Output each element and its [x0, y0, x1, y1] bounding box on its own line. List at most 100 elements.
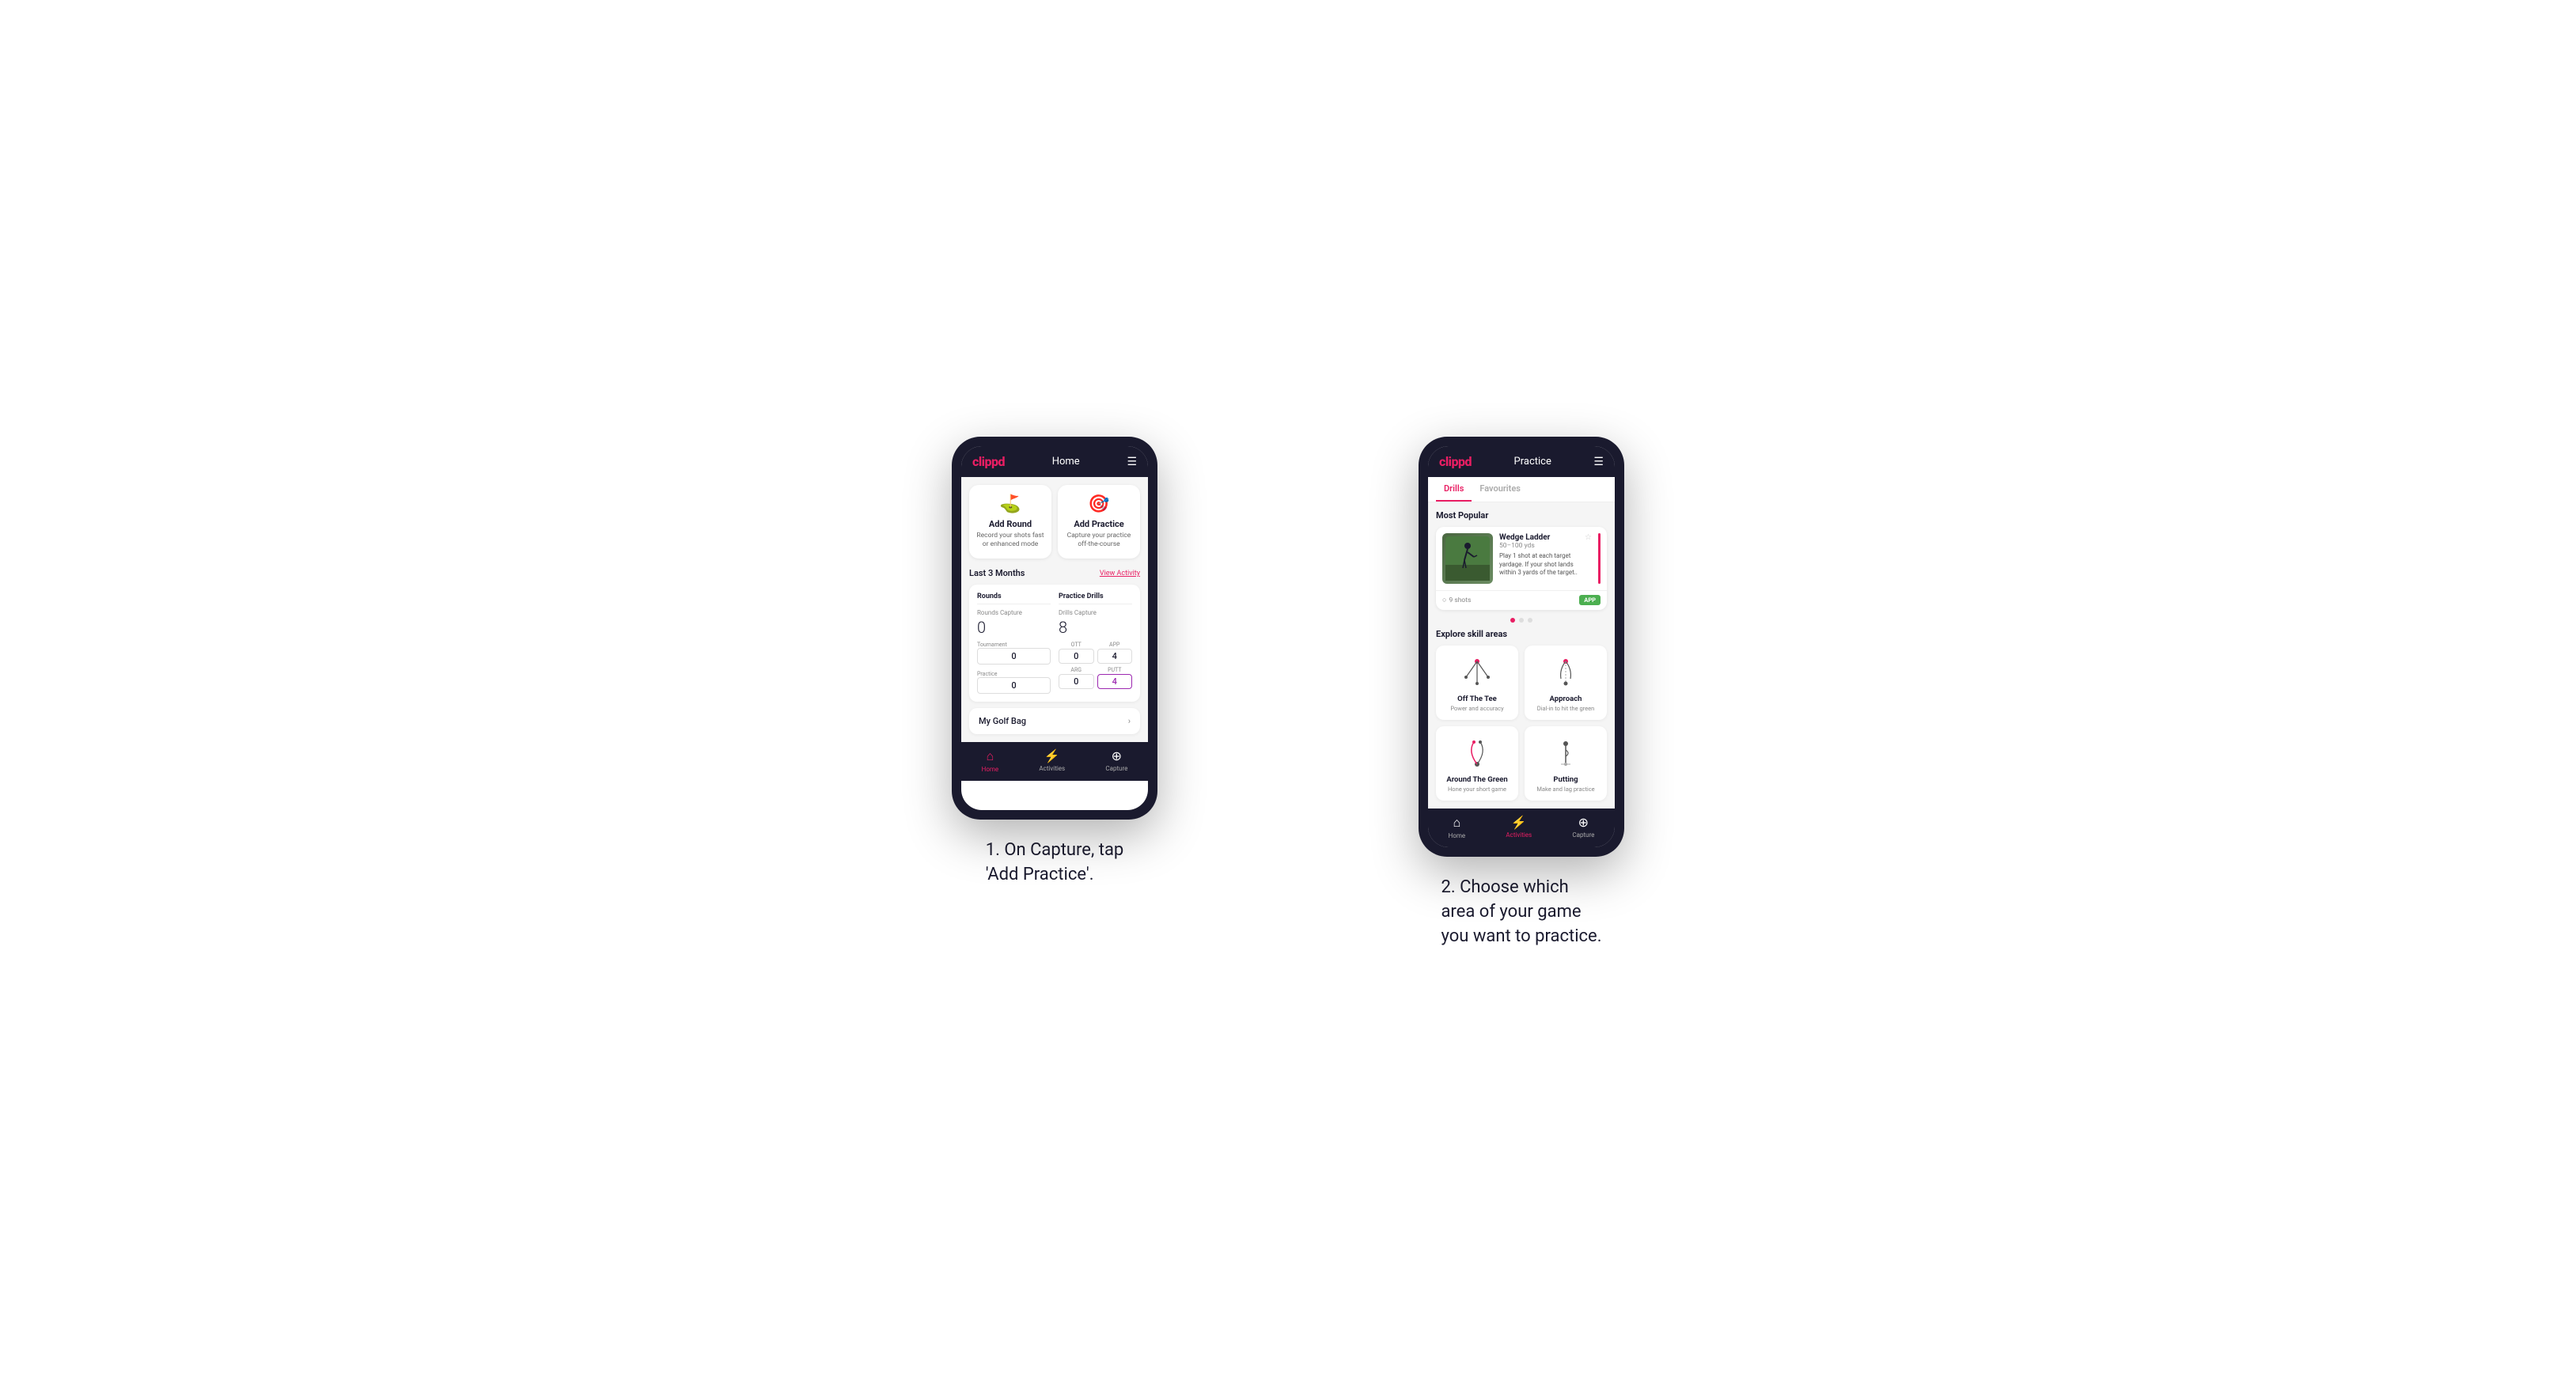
pink-stripe — [1598, 533, 1601, 584]
stats-row: Rounds Rounds Capture 0 Tournament 0 — [977, 593, 1132, 694]
golfer-svg — [1445, 536, 1490, 581]
phone2-section: clippd Practice ☰ Drills Favourites Most… — [1320, 437, 1723, 949]
skill-card-atg[interactable]: Around The Green Hone your short game — [1436, 726, 1518, 801]
golf-bag-row[interactable]: My Golf Bag › — [969, 708, 1140, 734]
phone2-header: clippd Practice ☰ — [1428, 446, 1615, 477]
phone1-screen: clippd Home ☰ ⛳ Add Round Record your sh… — [961, 446, 1148, 810]
practice-content: Most Popular — [1428, 502, 1615, 808]
view-activity-link[interactable]: View Activity — [1100, 570, 1140, 578]
explore-title: Explore skill areas — [1436, 629, 1607, 639]
tournament-label: Tournament — [977, 642, 1051, 648]
add-round-icon: ⛳ — [975, 494, 1045, 514]
phone2-nav-activities[interactable]: ⚡ Activities — [1506, 815, 1532, 839]
putting-icon-svg — [1548, 736, 1583, 771]
phone2-home-label: Home — [1449, 832, 1466, 839]
rounds-col: Rounds Rounds Capture 0 Tournament 0 — [977, 593, 1051, 694]
tab-favourites[interactable]: Favourites — [1472, 477, 1529, 502]
ott-value: 0 — [1059, 649, 1094, 664]
nav-home[interactable]: ⌂ Home — [982, 748, 999, 773]
phone2-nav-capture[interactable]: ⊕ Capture — [1572, 815, 1594, 839]
capture-label: Capture — [1105, 765, 1127, 772]
approach-icon-area — [1531, 653, 1601, 691]
home-icon: ⌂ — [987, 748, 994, 764]
phone2-bottom-nav: ⌂ Home ⚡ Activities ⊕ Capture — [1428, 808, 1615, 847]
ott-item: OTT 0 — [1059, 642, 1094, 664]
tournament-group: Tournament 0 — [977, 642, 1051, 665]
phone2-logo: clippd — [1439, 454, 1472, 469]
last3months-header: Last 3 Months View Activity — [969, 568, 1140, 578]
tab-drills[interactable]: Drills — [1436, 477, 1472, 502]
carousel-dots — [1436, 618, 1607, 623]
hamburger-icon[interactable]: ☰ — [1127, 456, 1137, 468]
page-container: clippd Home ☰ ⛳ Add Round Record your sh… — [853, 437, 1723, 949]
phone2-frame: clippd Practice ☰ Drills Favourites Most… — [1419, 437, 1624, 857]
rounds-title: Rounds — [977, 593, 1051, 604]
app-item: APP 4 — [1097, 642, 1133, 664]
golf-bag-label: My Golf Bag — [979, 716, 1026, 726]
arg-label: ARG — [1059, 667, 1094, 673]
add-round-card[interactable]: ⛳ Add Round Record your shots fast or en… — [969, 485, 1051, 559]
phone1-section: clippd Home ☰ ⛳ Add Round Record your sh… — [853, 437, 1256, 888]
phone2-activities-label: Activities — [1506, 831, 1532, 839]
app-value: 4 — [1097, 649, 1133, 664]
practice-group: Practice 0 — [977, 671, 1051, 694]
drills-capture-value: 8 — [1059, 618, 1132, 637]
ott-desc: Power and accuracy — [1442, 705, 1512, 712]
putt-value: 4 — [1097, 674, 1133, 689]
phone2-screen: clippd Practice ☰ Drills Favourites Most… — [1428, 446, 1615, 847]
phone1-logo: clippd — [972, 454, 1005, 469]
atg-icon-area — [1442, 734, 1512, 772]
phone2-nav-home[interactable]: ⌂ Home — [1449, 815, 1466, 839]
arg-value: 0 — [1059, 674, 1094, 689]
most-popular-title: Most Popular — [1436, 510, 1607, 521]
featured-desc: Play 1 shot at each target yardage. If y… — [1499, 552, 1592, 577]
drills-capture-label: Drills Capture — [1059, 609, 1132, 616]
add-practice-card[interactable]: 🎯 Add Practice Capture your practice off… — [1058, 485, 1140, 559]
practice-tabs: Drills Favourites — [1428, 477, 1615, 502]
ott-name: Off The Tee — [1442, 695, 1512, 703]
add-practice-desc: Capture your practice off-the-course — [1064, 532, 1134, 549]
approach-name: Approach — [1531, 695, 1601, 703]
star-icon[interactable]: ☆ — [1585, 533, 1592, 542]
phone1-bottom-nav: ⌂ Home ⚡ Activities ⊕ Capture — [961, 742, 1148, 781]
add-round-desc: Record your shots fast or enhanced mode — [975, 532, 1045, 549]
phone2-header-title: Practice — [1514, 456, 1551, 468]
add-round-title: Add Round — [975, 519, 1045, 529]
app-badge: APP — [1579, 595, 1601, 605]
skill-card-ott[interactable]: Off The Tee Power and accuracy — [1436, 646, 1518, 720]
phone2-capture-icon: ⊕ — [1578, 815, 1589, 830]
featured-card[interactable]: Wedge Ladder 50–100 yds ☆ Play 1 shot at… — [1436, 527, 1607, 610]
featured-info-header: Wedge Ladder 50–100 yds ☆ — [1499, 533, 1592, 552]
featured-name-group: Wedge Ladder 50–100 yds — [1499, 533, 1550, 552]
nav-capture[interactable]: ⊕ Capture — [1105, 748, 1127, 773]
rounds-capture-label: Rounds Capture — [977, 609, 1051, 616]
dot-1 — [1510, 618, 1515, 623]
putting-name: Putting — [1531, 775, 1601, 784]
phone2-capture-label: Capture — [1572, 831, 1594, 839]
skill-card-approach[interactable]: Approach Dial-in to hit the green — [1525, 646, 1607, 720]
drills-col: Practice Drills Drills Capture 8 OTT 0 — [1059, 593, 1132, 694]
skill-card-putting[interactable]: Putting Make and lag practice — [1525, 726, 1607, 801]
practice-label: Practice — [977, 671, 1051, 677]
nav-activities[interactable]: ⚡ Activities — [1039, 748, 1065, 773]
practice-value: 0 — [977, 677, 1051, 694]
dot-3 — [1528, 618, 1532, 623]
ott-icon-area — [1442, 653, 1512, 691]
chevron-right-icon: › — [1128, 716, 1131, 726]
featured-card-inner: Wedge Ladder 50–100 yds ☆ Play 1 shot at… — [1436, 527, 1607, 590]
phone2-activities-icon: ⚡ — [1511, 815, 1527, 830]
putt-label: PUTT — [1097, 667, 1133, 673]
ott-label: OTT — [1059, 642, 1094, 648]
home-content: ⛳ Add Round Record your shots fast or en… — [961, 477, 1148, 742]
phone2-hamburger-icon[interactable]: ☰ — [1593, 456, 1604, 468]
activities-label: Activities — [1039, 765, 1065, 772]
featured-img — [1442, 533, 1493, 584]
arg-item: ARG 0 — [1059, 667, 1094, 689]
phone2-home-icon: ⌂ — [1453, 815, 1461, 831]
tournament-value: 0 — [977, 648, 1051, 665]
approach-desc: Dial-in to hit the green — [1531, 705, 1601, 712]
atg-name: Around The Green — [1442, 775, 1512, 784]
featured-footer: ○ 9 shots APP — [1436, 590, 1607, 610]
activities-icon: ⚡ — [1044, 748, 1060, 763]
add-practice-title: Add Practice — [1064, 519, 1134, 529]
